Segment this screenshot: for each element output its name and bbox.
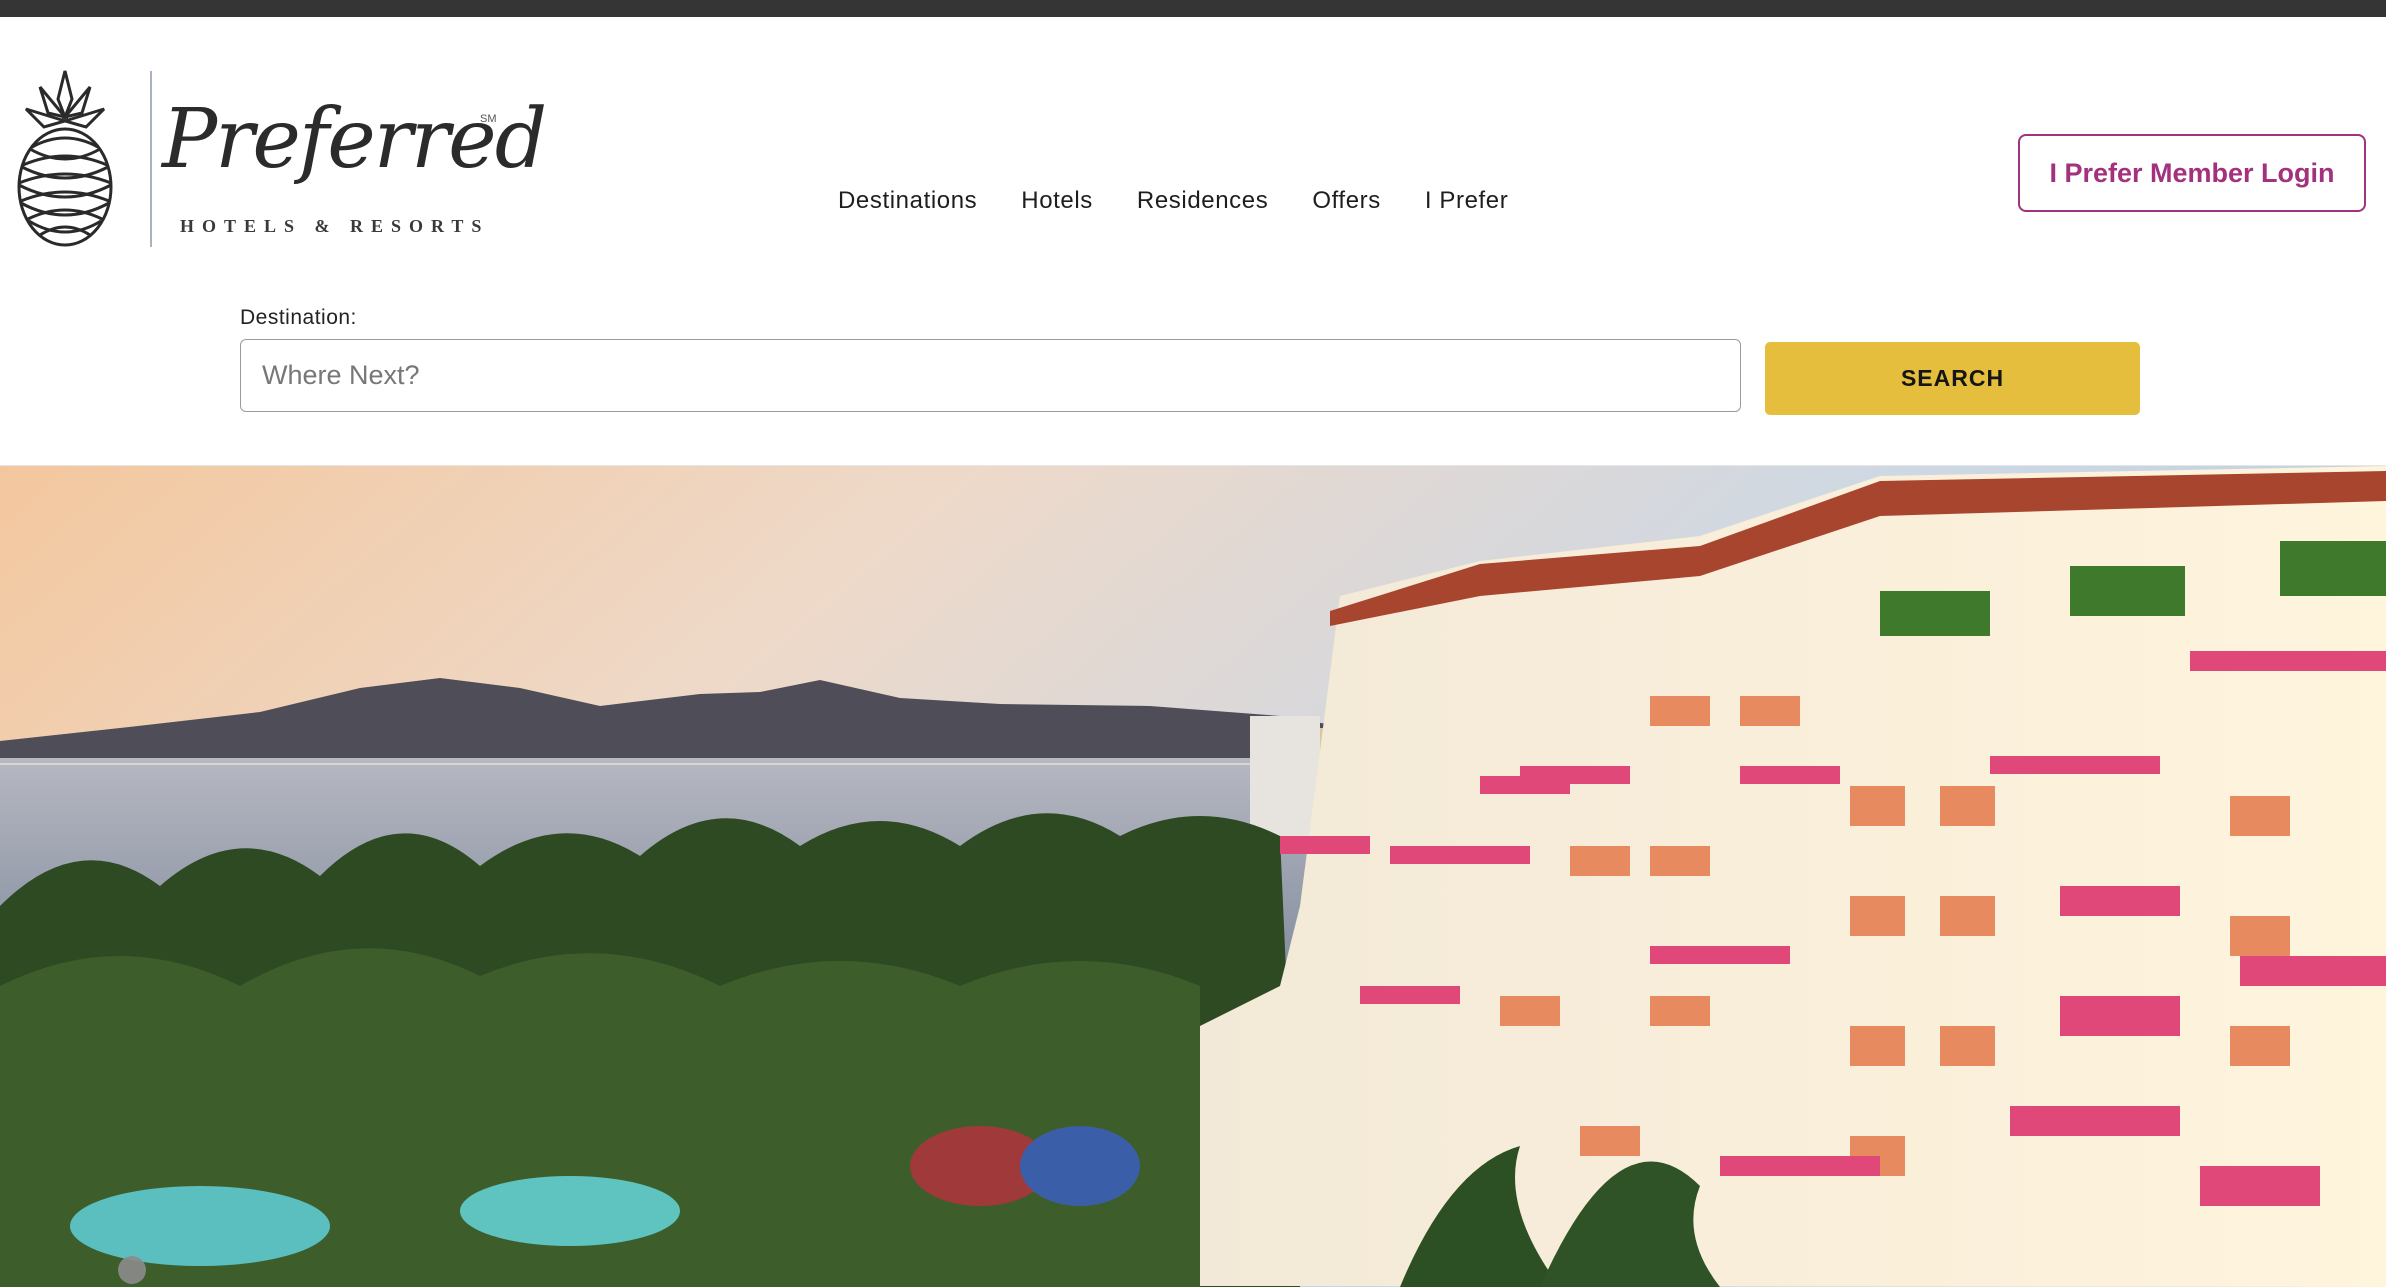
logo-subtitle: HOTELS & RESORTS [180,216,490,236]
logo-trademark: SM [480,113,497,125]
logo-wordmark: Preferred [162,92,547,187]
logo-divider [150,71,152,247]
nav-hotels[interactable]: Hotels [1021,187,1093,217]
destination-label: Destination: [240,306,357,329]
search-button[interactable]: SEARCH [1765,342,2140,415]
hero-image [0,465,2386,1287]
preferred-logo[interactable]: Preferred SM HOTELS & RESORTS [10,69,547,269]
nav-residences[interactable]: Residences [1137,187,1268,217]
nav-i-prefer[interactable]: I Prefer [1425,187,1509,217]
destination-input[interactable] [240,339,1741,412]
pineapple-icon [17,70,113,247]
nav-offers[interactable]: Offers [1312,187,1381,217]
carousel-indicator[interactable] [118,1256,146,1284]
nav-destinations[interactable]: Destinations [838,187,977,217]
browser-top-bar [0,0,2386,17]
member-login-button[interactable]: I Prefer Member Login [2018,134,2366,212]
main-nav: Destinations Hotels Residences Offers I … [838,187,1552,217]
resort-photo [0,466,2386,1287]
